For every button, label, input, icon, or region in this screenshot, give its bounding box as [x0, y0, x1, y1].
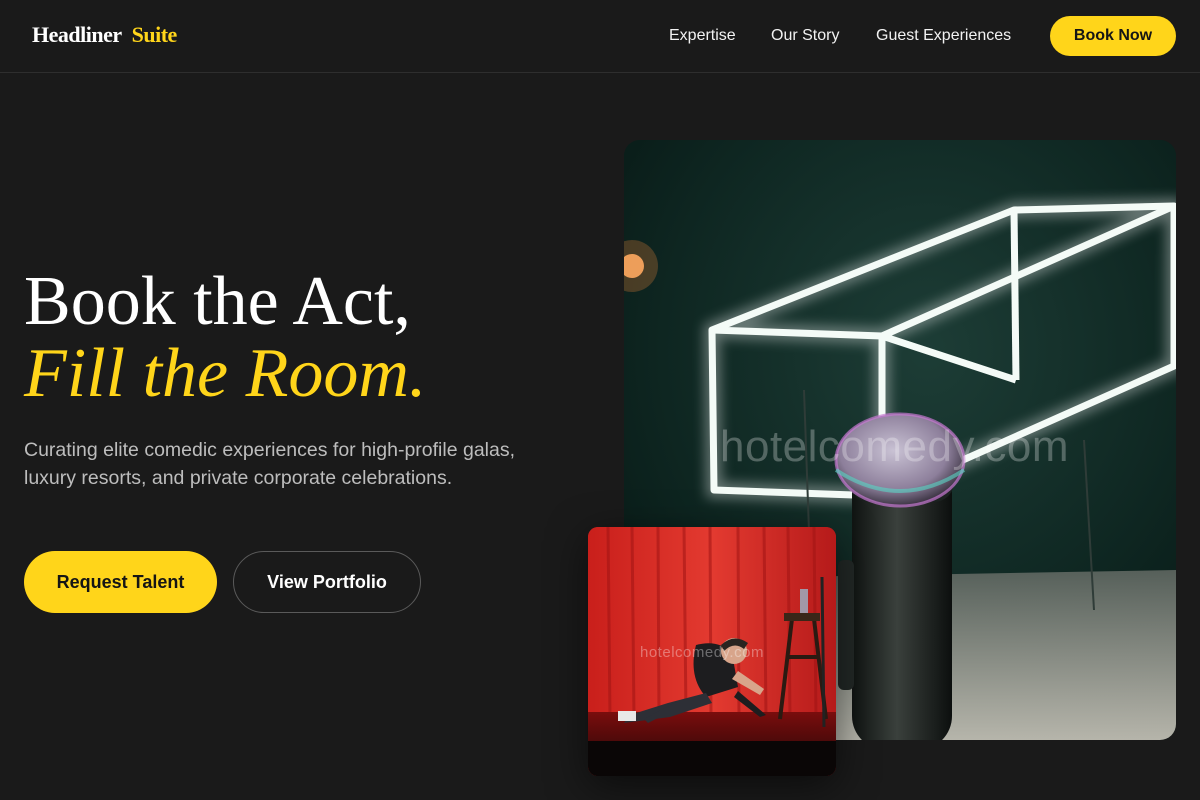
hero-title: Book the Act, Fill the Room. [24, 266, 584, 410]
hero-title-line1: Book the Act, [24, 263, 411, 340]
comedian-stage-image: hotelcomedy.com [588, 527, 836, 776]
nav-link-guest-experiences[interactable]: Guest Experiences [876, 26, 1011, 46]
hero-subtitle: Curating elite comedic experiences for h… [24, 439, 516, 489]
book-now-button[interactable]: Book Now [1050, 16, 1176, 56]
top-navbar: Headliner Suite Expertise Our Story Guest… [0, 0, 1200, 73]
hero-title-line2: Fill the Room. [24, 335, 427, 412]
nav-links: Expertise Our Story Guest Experiences [0, 26, 1200, 48]
view-portfolio-button[interactable]: View Portfolio [233, 551, 421, 613]
request-talent-button[interactable]: Request Talent [24, 551, 217, 613]
nav-link-expertise[interactable]: Expertise [669, 26, 736, 46]
main-image-watermark: hotelcomedy.com [720, 422, 1070, 471]
secondary-image-watermark: hotelcomedy.com [640, 644, 764, 661]
page: Headliner Suite Expertise Our Story Guest… [0, 0, 1200, 800]
nav-link-our-story[interactable]: Our Story [771, 26, 839, 46]
